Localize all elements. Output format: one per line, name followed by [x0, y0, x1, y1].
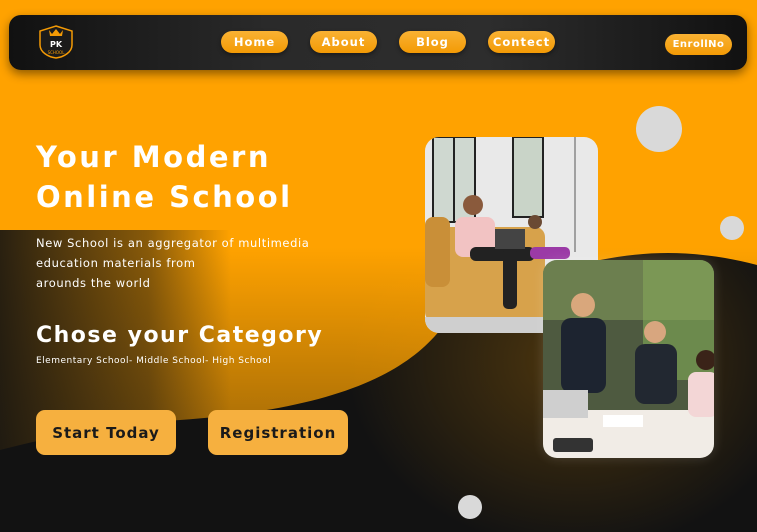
- enroll-now-button[interactable]: EnrollNo: [665, 34, 732, 55]
- registration-button[interactable]: Registration: [208, 410, 348, 455]
- photo-business-meeting: [543, 260, 714, 458]
- hero-title-line1: Your Modern: [36, 140, 271, 174]
- decorative-circle-bottom: [458, 495, 482, 519]
- hero-desc-line3: arounds the world: [36, 276, 151, 290]
- school-crest-logo[interactable]: PK SCHOOL: [38, 25, 74, 59]
- hero-description: New School is an aggregator of multimedi…: [36, 233, 336, 293]
- top-navigation-bar: [9, 15, 747, 70]
- category-subtitle: Elementary School- Middle School- High S…: [36, 356, 272, 366]
- hero-desc-line2: education materials from: [36, 256, 196, 270]
- hero-title-line2: Online School: [36, 180, 293, 214]
- svg-text:SCHOOL: SCHOOL: [48, 50, 66, 55]
- nav-blog-button[interactable]: Blog: [399, 31, 466, 53]
- hero-title: Your Modern Online School: [36, 137, 356, 217]
- start-today-button[interactable]: Start Today: [36, 410, 176, 455]
- nav-home-button[interactable]: Home: [221, 31, 288, 53]
- hero-desc-line1: New School is an aggregator of multimedi…: [36, 236, 310, 250]
- decorative-circle-small: [720, 216, 744, 240]
- category-title: Chose your Category: [36, 323, 324, 348]
- nav-contact-button[interactable]: Contect: [488, 31, 555, 53]
- decorative-circle-large: [636, 106, 682, 152]
- svg-text:PK: PK: [50, 40, 63, 49]
- nav-about-button[interactable]: About: [310, 31, 377, 53]
